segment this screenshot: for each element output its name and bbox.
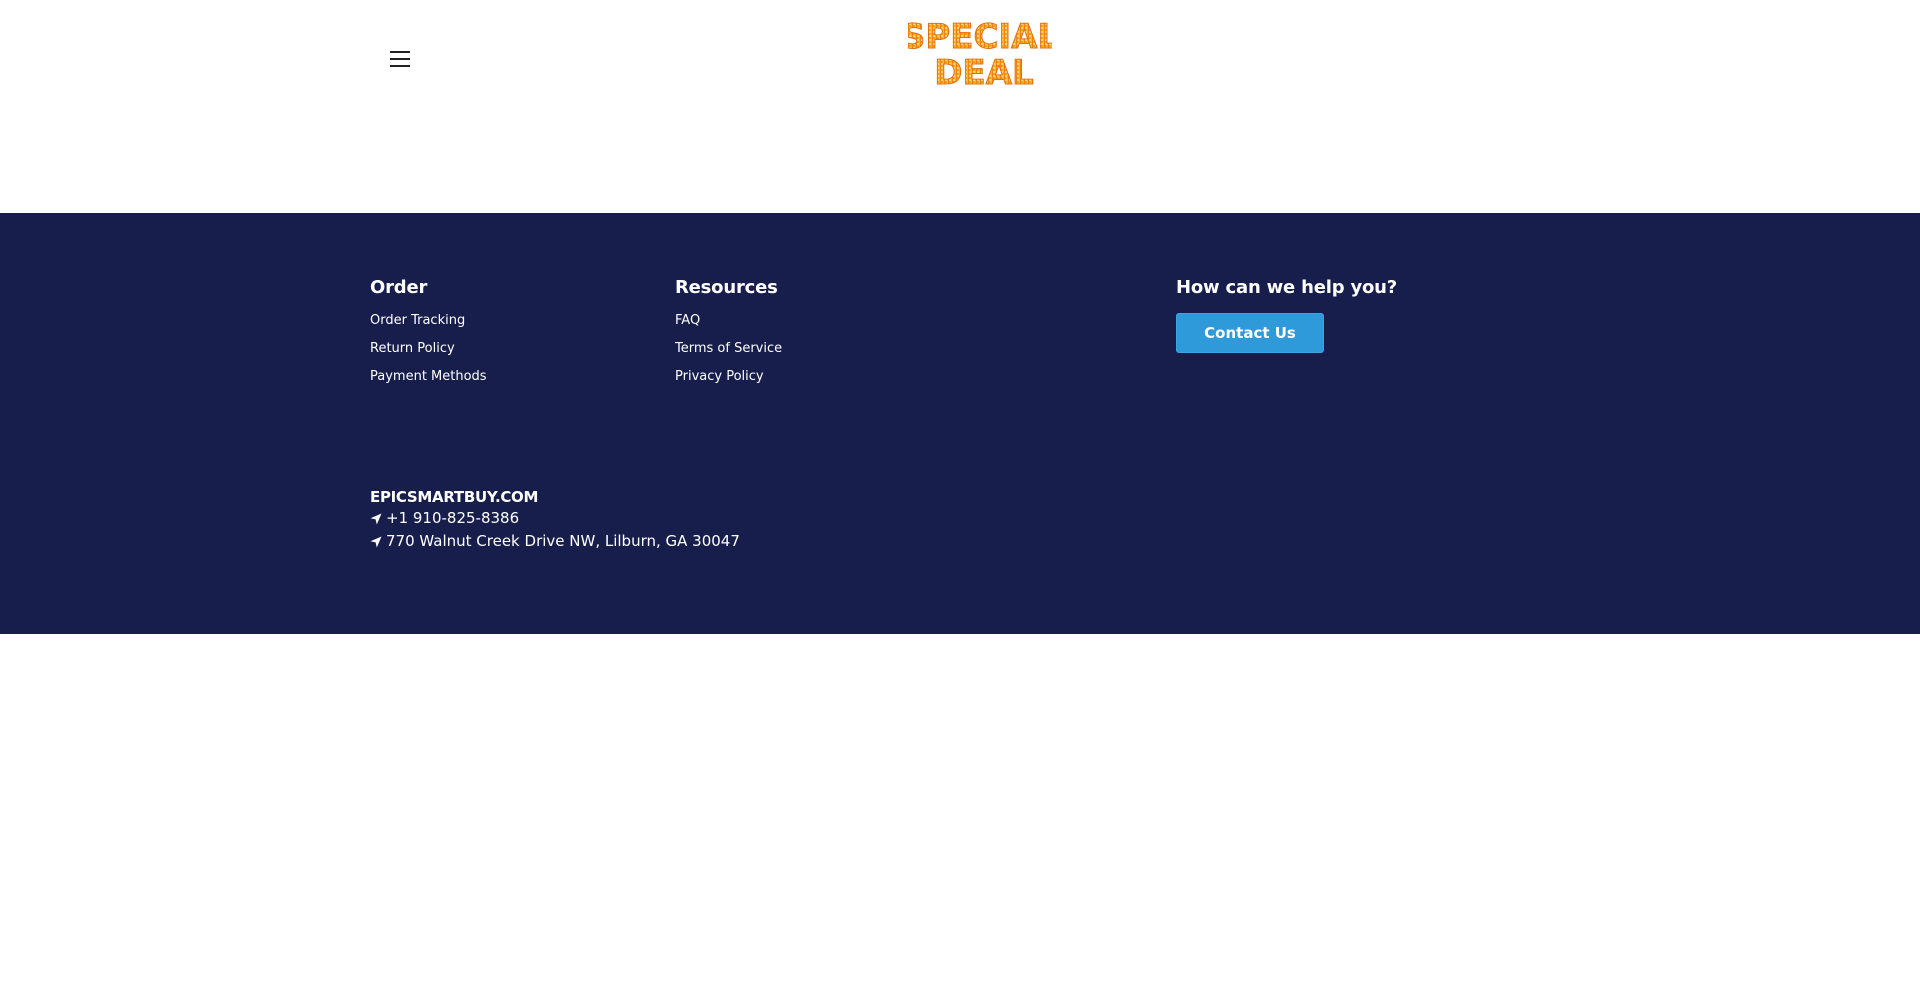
link-faq[interactable]: FAQ (675, 313, 782, 329)
location-arrow-icon (370, 536, 382, 547)
link-terms-of-service[interactable]: Terms of Service (675, 341, 782, 357)
company-phone[interactable]: +1 910-825-8386 (386, 507, 519, 530)
order-links: Order Tracking Return Policy Payment Met… (370, 313, 487, 385)
contact-us-button[interactable]: Contact Us (1176, 313, 1324, 353)
site-header: SPECIAL DEAL (0, 0, 1920, 213)
footer-heading-help: How can we help you? (1176, 277, 1398, 298)
special-deal-logo: SPECIAL DEAL (900, 17, 1059, 94)
logo-text-line1: SPECIAL (908, 17, 1052, 57)
menu-button[interactable] (383, 44, 417, 74)
footer-column-resources: Resources FAQ Terms of Service Privacy P… (675, 277, 782, 397)
hamburger-menu-icon (390, 58, 410, 60)
company-info: EPICSMARTBUY.COM +1 910-825-8386 770 Wal… (370, 487, 740, 553)
footer-heading-resources: Resources (675, 277, 778, 298)
hamburger-menu-icon (390, 65, 410, 67)
footer-column-order: Order Order Tracking Return Policy Payme… (370, 277, 487, 397)
resources-links: FAQ Terms of Service Privacy Policy (675, 313, 782, 385)
company-address: 770 Walnut Creek Drive NW, Lilburn, GA 3… (386, 532, 740, 550)
company-address-line: 770 Walnut Creek Drive NW, Lilburn, GA 3… (370, 530, 740, 553)
link-payment-methods[interactable]: Payment Methods (370, 369, 487, 385)
link-return-policy[interactable]: Return Policy (370, 341, 487, 357)
link-privacy-policy[interactable]: Privacy Policy (675, 369, 782, 385)
site-footer: Order Order Tracking Return Policy Payme… (0, 213, 1920, 634)
footer-column-help: How can we help you? Contact Us (1176, 277, 1397, 353)
location-arrow-icon (370, 513, 382, 524)
company-name: EPICSMARTBUY.COM (370, 488, 539, 506)
hamburger-menu-icon (390, 51, 410, 53)
company-phone-line: +1 910-825-8386 (370, 507, 740, 530)
site-logo[interactable]: SPECIAL DEAL (900, 14, 1059, 94)
link-order-tracking[interactable]: Order Tracking (370, 313, 487, 329)
logo-text-line2: DEAL (934, 53, 1033, 90)
footer-heading-order: Order (370, 277, 428, 298)
